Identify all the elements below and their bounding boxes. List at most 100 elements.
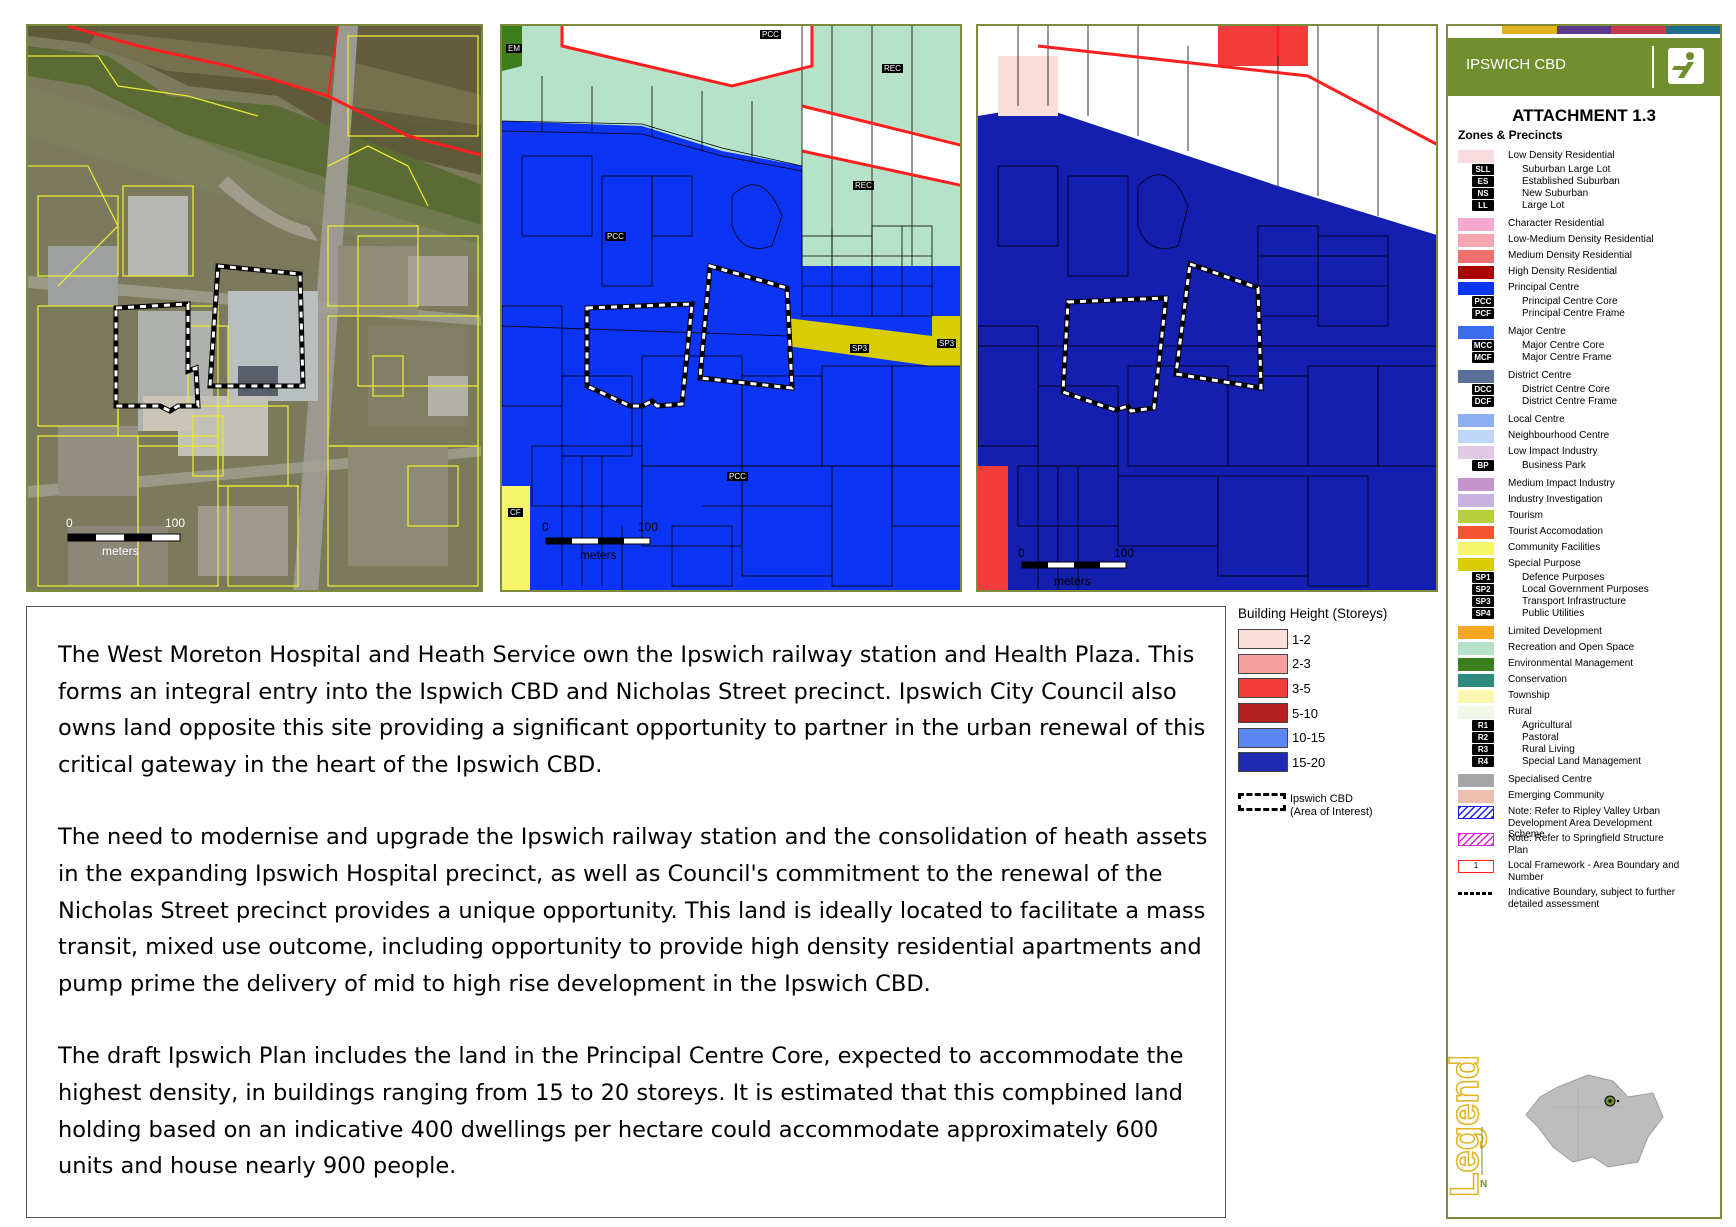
legend-label: Conservation <box>1508 674 1567 685</box>
legend-item: Conservation <box>1458 674 1684 687</box>
height-legend-row: 3-5 <box>1238 676 1448 701</box>
legend-label: Pastoral <box>1522 732 1559 743</box>
scale-zero: 0 <box>1018 546 1025 560</box>
legend-label: Local Framework - Area Boundary and Numb… <box>1508 860 1680 883</box>
legend-word: Legend <box>1448 1057 1487 1197</box>
legend-item: Specialised Centre <box>1458 774 1684 787</box>
legend-label: Public Utilities <box>1522 608 1585 619</box>
zone-tag: EM <box>506 44 522 53</box>
legend-item: ES Established Suburban <box>1458 176 1698 188</box>
legend-item: Major Centre <box>1458 326 1684 339</box>
legend-item: Emerging Community <box>1458 790 1684 803</box>
zone-tag: REC <box>853 181 874 190</box>
header-divider <box>1652 46 1654 88</box>
height-label: 15-20 <box>1292 754 1326 770</box>
zones-subtitle: Zones & Precincts <box>1458 128 1563 142</box>
height-legend-row: 5-10 <box>1238 701 1448 726</box>
legend-item: R4 Special Land Management <box>1458 756 1698 768</box>
description-paragraphs: The West Moreton Hospital and Heath Serv… <box>58 637 1208 1217</box>
legend-label: Major Centre Core <box>1522 340 1605 351</box>
legend-item: Tourism <box>1458 510 1684 523</box>
framework-swatch: 1 <box>1458 860 1494 873</box>
legend-swatch <box>1458 526 1494 539</box>
building-height-legend: Building Height (Storeys) 1-2 2-3 3-5 5-10 1… <box>1238 606 1448 819</box>
locality-map-graphic <box>1525 1074 1664 1168</box>
paragraph-2: The need to modernise and upgrade the Ip… <box>58 824 1208 997</box>
legend-label: Indicative Boundary, subject to further … <box>1508 887 1676 910</box>
height-label: 3-5 <box>1292 680 1311 696</box>
legend-item: Neighbourhood Centre <box>1458 430 1684 443</box>
legend-label: Defence Purposes <box>1522 572 1605 583</box>
aerial-map-graphic <box>28 26 481 590</box>
legend-label: Emerging Community <box>1508 790 1605 801</box>
height-swatch <box>1238 629 1288 650</box>
legend-tag: MCC <box>1472 340 1494 351</box>
cbd-label: Ipswich CBD <box>1290 792 1353 805</box>
legend-swatch <box>1458 790 1494 803</box>
legend-tag: NS <box>1472 188 1494 199</box>
attachment-title: ATTACHMENT 1.3 <box>1512 106 1656 125</box>
legend-tag: ES <box>1472 176 1494 187</box>
legend-label: Transport Infrastructure <box>1522 596 1627 607</box>
legend-tag: R4 <box>1472 756 1494 767</box>
legend-label: Rural Living <box>1522 744 1575 755</box>
legend-label: Business Park <box>1522 460 1586 471</box>
legend-item: DCC District Centre Core <box>1458 384 1698 396</box>
legend-tag: SP3 <box>1472 596 1494 607</box>
legend-label: High Density Residential <box>1508 266 1617 277</box>
legend-label: Established Suburban <box>1522 176 1620 187</box>
legend-item: Low Density Residential <box>1458 150 1684 163</box>
legend-item: LL Large Lot <box>1458 200 1698 212</box>
legend-tag: SLL <box>1472 164 1494 175</box>
legend-item: R2 Pastoral <box>1458 732 1698 744</box>
legend-label: Tourist Accomodation <box>1508 526 1604 537</box>
legend-swatch <box>1458 658 1494 671</box>
legend-footer: Legend N <box>1448 1057 1720 1217</box>
legend-tag: LL <box>1472 200 1494 211</box>
legend-label: Community Facilities <box>1508 542 1601 553</box>
legend-label: Special Land Management <box>1522 756 1641 767</box>
legend-item: Indicative Boundary, subject to further … <box>1458 887 1684 910</box>
legend-swatch <box>1458 414 1494 427</box>
legend-item: Limited Development <box>1458 626 1684 639</box>
legend-label: Low Density Residential <box>1508 150 1615 161</box>
legend-tag: SP1 <box>1472 572 1494 583</box>
legend-label: Medium Density Residential <box>1508 250 1632 261</box>
legend-swatch <box>1458 478 1494 491</box>
legend-swatch <box>1458 326 1494 339</box>
legend-tag: DCF <box>1472 396 1494 407</box>
legend-item: Industry Investigation <box>1458 494 1684 507</box>
legend-label: Limited Development <box>1508 626 1602 637</box>
zoning-map-graphic <box>502 26 960 590</box>
legend-label: District Centre Core <box>1522 384 1610 395</box>
legend-item: MCC Major Centre Core <box>1458 340 1698 352</box>
legend-label: Neighbourhood Centre <box>1508 430 1610 441</box>
zone-tag: SP3 <box>937 339 957 348</box>
dashed-boundary-swatch <box>1238 792 1286 811</box>
legend-label: Note: Refer to Springfield Structure Pla… <box>1508 833 1664 856</box>
legend-swatch <box>1458 370 1494 383</box>
scale-zero: 0 <box>542 520 549 534</box>
legend-item: District Centre <box>1458 370 1684 383</box>
color-bar <box>1502 26 1557 34</box>
legend-item: Principal Centre <box>1458 282 1684 295</box>
legend-item: SP3 Transport Infrastructure <box>1458 596 1698 608</box>
legend-item: Recreation and Open Space <box>1458 642 1684 655</box>
legend-item: Rural <box>1458 706 1684 719</box>
ipswich-logo-icon <box>1668 48 1704 84</box>
zone-tag: SP3 <box>850 344 870 353</box>
legend-item: R1 Agricultural <box>1458 720 1698 732</box>
legend-item: MCF Major Centre Frame <box>1458 352 1698 364</box>
legend-label: Principal Centre <box>1508 282 1580 293</box>
height-label: 10-15 <box>1292 730 1326 746</box>
legend-item: PCF Principal Centre Frame <box>1458 308 1698 320</box>
legend-item: Low Impact Industry <box>1458 446 1684 459</box>
zoning-map: EM PCC REC REC PCC SP3 SP3 PCC CF 0 100 … <box>500 24 962 592</box>
scale-unit: meters <box>102 544 139 558</box>
height-map-graphic <box>978 26 1436 590</box>
legend-swatch <box>1458 494 1494 507</box>
building-height-title: Building Height (Storeys) <box>1238 606 1388 621</box>
color-bar <box>1448 26 1503 34</box>
height-swatch <box>1238 653 1288 674</box>
legend-item: Local Centre <box>1458 414 1684 427</box>
